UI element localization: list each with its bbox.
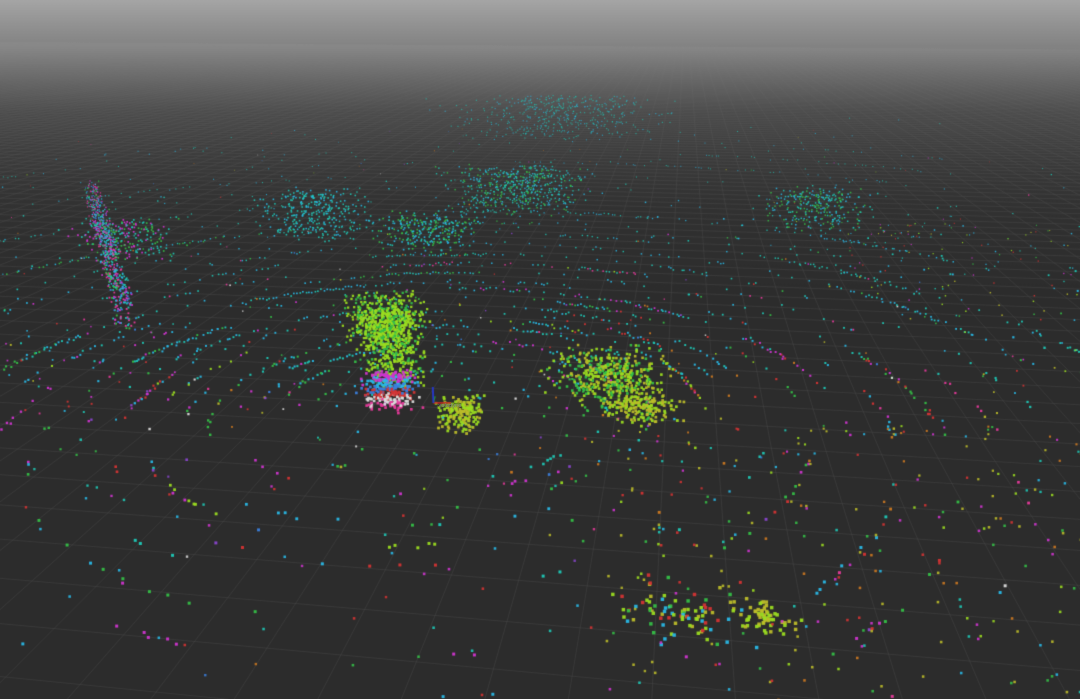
- viewer-root: velodyne: [0, 0, 1080, 699]
- pointcloud-viewport-canvas[interactable]: [0, 0, 1080, 699]
- tf-frame-label: velodyne: [438, 404, 461, 409]
